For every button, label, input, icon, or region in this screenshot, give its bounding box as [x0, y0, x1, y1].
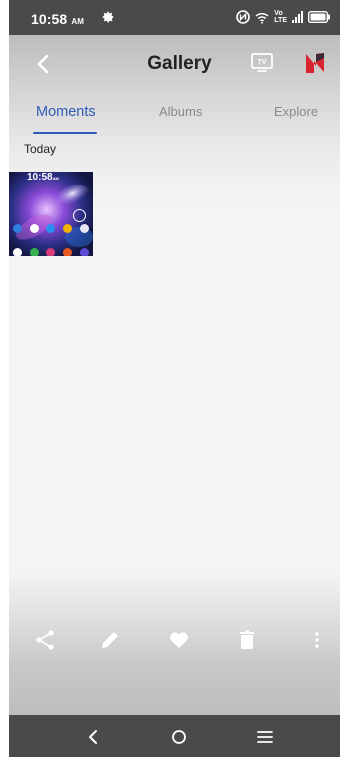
thumbnail-dock-row — [9, 224, 93, 233]
tab-bar: Moments Albums Explore — [9, 102, 340, 134]
screen-edge-left — [0, 0, 9, 757]
battery-icon — [307, 10, 330, 24]
bottom-toolbar — [9, 572, 340, 715]
status-time: 10:58 AM — [31, 11, 84, 27]
status-bar: 10:58 AM Vo LTE — [9, 0, 340, 35]
favorite-icon[interactable] — [167, 628, 191, 652]
edit-icon[interactable] — [98, 628, 122, 652]
delete-icon[interactable] — [235, 628, 259, 652]
nav-home-icon[interactable] — [168, 726, 190, 748]
photo-thumbnail[interactable]: 10:58AM — [9, 172, 93, 256]
screen-edge-right — [340, 0, 344, 757]
share-icon[interactable] — [33, 628, 57, 652]
more-icon[interactable] — [305, 628, 329, 652]
tab-explore[interactable]: Explore — [274, 104, 318, 119]
thumbnail-clock: 10:58AM — [27, 172, 59, 183]
thumbnail-dock-row-2 — [9, 248, 93, 256]
active-tab-indicator — [33, 132, 97, 134]
screen: 10:58 AM Vo LTE Gallery TV Moments Album… — [0, 0, 344, 757]
thumbnail-ring — [73, 209, 86, 222]
nav-recents-icon[interactable] — [254, 726, 276, 748]
settings-gear-icon — [102, 11, 114, 23]
volte-lte-label: Vo LTE — [274, 10, 287, 24]
signal-icon — [292, 11, 303, 23]
page-title: Gallery — [147, 53, 212, 74]
svg-text:TV: TV — [258, 59, 267, 66]
status-icons: Vo LTE — [236, 9, 330, 25]
wifi-icon — [255, 12, 269, 24]
brand-logo-icon[interactable] — [303, 50, 327, 76]
tab-moments[interactable]: Moments — [36, 104, 96, 120]
section-header-today: Today — [24, 142, 57, 156]
system-nav-bar — [9, 715, 340, 757]
nav-back-icon[interactable] — [83, 726, 105, 748]
status-ampm: AM — [71, 17, 84, 26]
tv-cast-icon[interactable]: TV — [250, 51, 274, 75]
tab-albums[interactable]: Albums — [159, 104, 202, 119]
nfc-icon — [236, 10, 251, 24]
